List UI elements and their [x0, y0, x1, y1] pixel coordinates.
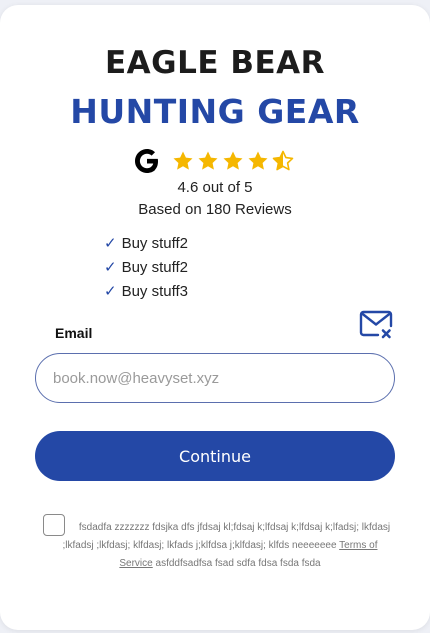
consent-text: fsdadfa zzzzzzz fdsjka dfs jfdsaj kl;fds…: [45, 519, 395, 573]
star-full-icon: [198, 151, 218, 170]
email-label: Email: [55, 325, 93, 341]
benefit-item: ✓ Buy stuff2: [104, 235, 188, 259]
benefit-label: Buy stuff3: [121, 283, 189, 300]
checkmark-icon: ✓: [104, 283, 117, 300]
checkmark-icon: ✓: [104, 259, 117, 276]
benefit-label: Buy stuff2: [121, 259, 189, 276]
mail-error-icon: [359, 310, 393, 339]
benefit-item: ✓ Buy stuff2: [104, 259, 188, 283]
review-count: Based on 180 Reviews: [138, 201, 292, 218]
star-half-icon: [272, 150, 294, 171]
benefits-list: ✓ Buy stuff2 ✓ Buy stuff2 ✓ Buy stuff3: [104, 235, 188, 307]
brand-subtitle: HUNTING GEAR: [70, 92, 360, 131]
email-input[interactable]: [35, 353, 395, 403]
star-full-icon: [173, 151, 193, 170]
rating-score: 4.6 out of 5: [177, 179, 253, 196]
consent-suffix: asfddfsadfsa fsad sdfa fdsa fsda fsda: [155, 558, 321, 569]
continue-button[interactable]: Continue: [35, 431, 395, 481]
star-full-icon: [248, 151, 268, 170]
star-rating: [171, 149, 296, 173]
google-icon: [135, 149, 158, 173]
benefit-item: ✓ Buy stuff3: [104, 283, 188, 307]
checkmark-icon: ✓: [104, 235, 117, 252]
benefit-label: Buy stuff2: [121, 235, 189, 252]
star-full-icon: [223, 151, 243, 170]
brand-title: EAGLE BEAR: [104, 45, 325, 81]
rating-row: [133, 146, 296, 176]
signup-card: EAGLE BEAR HUNTING GEAR 4.6 out of 5 Bas…: [0, 5, 430, 630]
